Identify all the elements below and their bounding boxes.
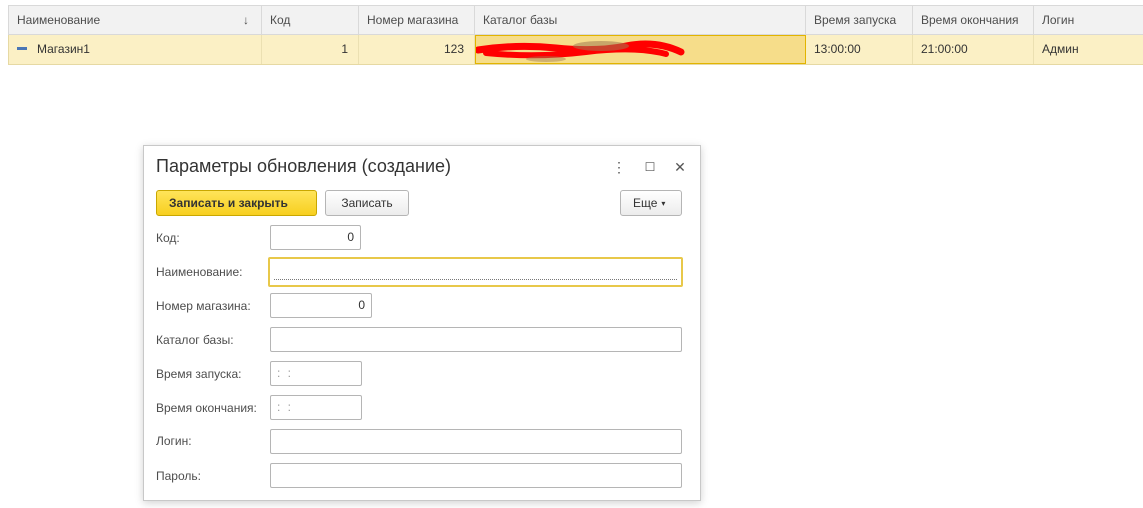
column-header-name[interactable]: Наименование ↓ xyxy=(9,6,262,35)
row-state-icon xyxy=(17,47,27,51)
maximize-icon[interactable]: ☐ xyxy=(640,156,660,178)
save-and-close-button[interactable]: Записать и закрыть xyxy=(156,190,317,216)
redaction-scribble xyxy=(476,40,685,62)
column-header-catalog-label: Каталог базы xyxy=(483,13,558,27)
start-time-label: Время запуска: xyxy=(156,367,242,381)
code-field[interactable]: 0 xyxy=(270,225,361,250)
sort-desc-icon: ↓ xyxy=(243,13,249,27)
password-field[interactable] xyxy=(270,463,682,488)
cell-code[interactable]: 1 xyxy=(262,35,359,64)
more-vertical-icon[interactable]: ⋮ xyxy=(609,156,629,178)
chevron-down-icon: ▾ xyxy=(661,199,666,208)
column-header-store-number-label: Номер магазина xyxy=(367,13,459,27)
end-time-label: Время окончания: xyxy=(156,401,257,415)
column-header-end-time[interactable]: Время окончания xyxy=(913,6,1034,35)
cell-name[interactable]: Магазин1 xyxy=(9,35,262,64)
start-time-field[interactable]: : : xyxy=(270,361,362,386)
close-icon[interactable]: ✕ xyxy=(670,156,690,178)
name-field-underline xyxy=(274,279,677,280)
name-field[interactable] xyxy=(268,257,683,287)
dialog-title: Параметры обновления (создание) xyxy=(156,156,452,176)
catalog-label: Каталог базы: xyxy=(156,333,234,347)
update-params-dialog: Параметры обновления (создание) ⋮ ☐ ✕ За… xyxy=(143,145,701,501)
column-header-start-time[interactable]: Время запуска xyxy=(806,6,913,35)
column-header-code-label: Код xyxy=(270,13,291,27)
login-field[interactable] xyxy=(270,429,682,454)
more-actions-label: Еще xyxy=(633,196,658,210)
catalog-field[interactable] xyxy=(270,327,682,352)
code-label: Код: xyxy=(156,231,180,245)
cell-name-text: Магазин1 xyxy=(37,42,90,56)
column-header-end-time-label: Время окончания xyxy=(921,13,1019,27)
column-header-catalog[interactable]: Каталог базы xyxy=(475,6,806,35)
cell-store-number[interactable]: 123 xyxy=(359,35,475,64)
store-number-label: Номер магазина: xyxy=(156,299,251,313)
table-row[interactable]: Магазин1 1 123 13:00:00 21:00:00 Админ xyxy=(8,35,1143,65)
end-time-field[interactable]: : : xyxy=(270,395,362,420)
column-header-code[interactable]: Код xyxy=(262,6,359,35)
end-time-mask: : : xyxy=(277,400,294,414)
column-header-name-label: Наименование xyxy=(17,13,101,27)
store-number-field[interactable]: 0 xyxy=(270,293,372,318)
column-header-login-label: Логин xyxy=(1042,13,1075,27)
start-time-mask: : : xyxy=(277,366,294,380)
more-actions-button[interactable]: Еще ▾ xyxy=(620,190,682,216)
cell-start-time[interactable]: 13:00:00 xyxy=(806,35,913,64)
password-label: Пароль: xyxy=(156,469,201,483)
name-label: Наименование: xyxy=(156,265,243,279)
cell-catalog[interactable] xyxy=(475,35,806,64)
login-label: Логин: xyxy=(156,434,192,448)
grid-header: Наименование ↓ Код Номер магазина Катало… xyxy=(8,5,1143,35)
cell-login[interactable]: Админ xyxy=(1034,35,1143,64)
stores-grid: Наименование ↓ Код Номер магазина Катало… xyxy=(8,5,1143,65)
cell-end-time[interactable]: 21:00:00 xyxy=(913,35,1034,64)
save-button[interactable]: Записать xyxy=(325,190,409,216)
column-header-login[interactable]: Логин xyxy=(1034,6,1143,35)
column-header-start-time-label: Время запуска xyxy=(814,13,897,27)
column-header-store-number[interactable]: Номер магазина xyxy=(359,6,475,35)
